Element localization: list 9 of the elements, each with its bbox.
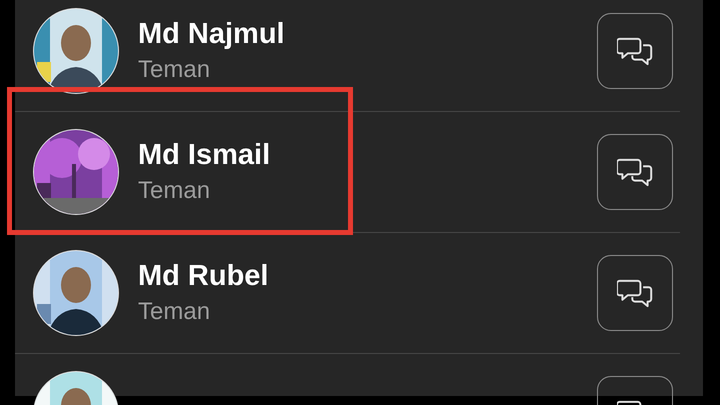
relation-label: Teman (138, 55, 212, 85)
message-button[interactable] (597, 255, 673, 331)
contact-name: Md Ismail (138, 138, 272, 172)
relation-label: Teman (138, 176, 212, 206)
message-button[interactable] (597, 134, 673, 210)
contact-name: Md Rubel (138, 259, 270, 293)
contact-name: Md Najmul (138, 17, 286, 51)
relation-label: Teman (138, 297, 212, 327)
message-button[interactable] (597, 13, 673, 89)
